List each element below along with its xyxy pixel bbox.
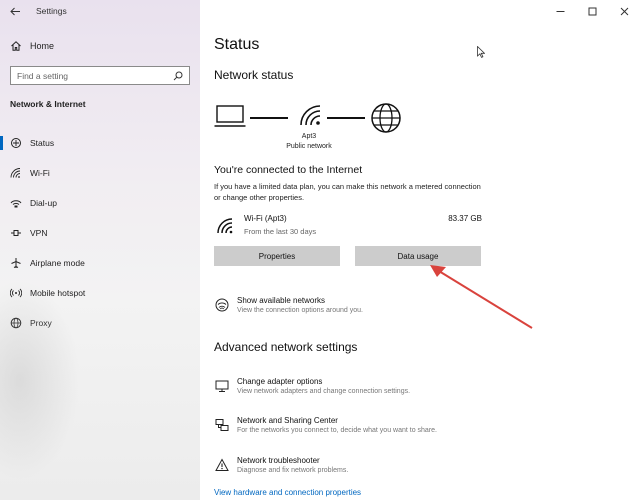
network-diagram: Apt3 Public network <box>214 100 414 160</box>
hardware-properties-link[interactable]: View hardware and connection properties <box>214 488 361 497</box>
sidebar-item-airplane[interactable]: Airplane mode <box>0 248 200 278</box>
sidebar-item-label: Airplane mode <box>30 258 85 268</box>
sharing-center-title: Network and Sharing Center <box>237 416 338 425</box>
sidebar-nav: Status Wi-Fi Dial-up VPN Airplane mode M… <box>0 128 200 338</box>
dialup-icon <box>10 197 22 209</box>
connection-line <box>327 117 365 119</box>
airplane-icon <box>10 257 22 269</box>
status-icon <box>10 137 22 149</box>
search-box[interactable] <box>10 66 190 85</box>
sidebar-item-label: Status <box>30 138 55 148</box>
search-icon[interactable] <box>173 71 183 81</box>
network-type: Public network <box>286 143 332 150</box>
laptop-icon <box>214 105 246 127</box>
troubleshooter-desc: Diagnose and fix network problems. <box>237 467 349 474</box>
connection-name: Wi-Fi (Apt3) <box>244 214 287 223</box>
connected-description: If you have a limited data plan, you can… <box>214 182 481 202</box>
change-adapter-desc: View network adapters and change connect… <box>237 388 411 395</box>
sidebar-item-label: VPN <box>30 228 48 238</box>
home-icon <box>10 40 22 52</box>
back-button[interactable] <box>0 0 30 22</box>
network-troubleshooter-link[interactable]: Network troubleshooter Diagnose and fix … <box>214 456 514 482</box>
connection-line <box>250 117 288 119</box>
change-adapter-title: Change adapter options <box>237 377 323 386</box>
sidebar-item-dialup[interactable]: Dial-up <box>0 188 200 218</box>
network-status-heading: Network status <box>214 68 294 82</box>
proxy-icon <box>10 317 22 329</box>
globe-icon <box>371 103 401 133</box>
show-networks-desc: View the connection options around you. <box>237 307 363 314</box>
show-networks-title: Show available networks <box>237 296 326 305</box>
change-adapter-options-link[interactable]: Change adapter options View network adap… <box>214 377 514 403</box>
hotspot-icon <box>10 287 22 299</box>
home-nav[interactable]: Home <box>10 38 54 54</box>
search-input[interactable] <box>17 70 173 81</box>
sharing-center-icon <box>215 418 229 432</box>
sidebar-item-label: Dial-up <box>30 198 57 208</box>
back-arrow-icon <box>9 7 20 15</box>
sidebar-section-title: Network & Internet <box>10 99 86 109</box>
page-title: Status <box>214 36 260 53</box>
network-name: Apt3 <box>301 133 317 140</box>
sidebar-item-hotspot[interactable]: Mobile hotspot <box>0 278 200 308</box>
adapter-icon <box>215 379 229 393</box>
sidebar-item-label: Mobile hotspot <box>30 288 86 298</box>
connection-row: Wi-Fi (Apt3) From the last 30 days 83.37… <box>214 212 482 240</box>
sidebar-item-wifi[interactable]: Wi-Fi <box>0 158 200 188</box>
troubleshooter-title: Network troubleshooter <box>237 456 320 465</box>
properties-button[interactable]: Properties <box>214 246 340 266</box>
available-networks-icon <box>215 298 229 312</box>
sharing-center-desc: For the networks you connect to, decide … <box>237 427 437 434</box>
warning-icon <box>215 458 229 472</box>
connected-heading: You're connected to the Internet <box>214 164 363 176</box>
sidebar: Settings Home Network & Internet Status … <box>0 0 200 500</box>
sidebar-item-label: Proxy <box>30 318 52 328</box>
advanced-settings-heading: Advanced network settings <box>214 340 358 354</box>
data-usage-amount: 83.37 GB <box>448 214 482 223</box>
sidebar-item-label: Wi-Fi <box>30 168 50 178</box>
mouse-cursor-icon <box>477 46 485 58</box>
sidebar-item-proxy[interactable]: Proxy <box>0 308 200 338</box>
sharing-center-link[interactable]: Network and Sharing Center For the netwo… <box>214 416 514 442</box>
sidebar-item-status[interactable]: Status <box>0 128 200 158</box>
app-title: Settings <box>36 6 67 16</box>
annotation-arrow <box>430 265 533 329</box>
home-label: Home <box>30 41 55 51</box>
connection-period: From the last 30 days <box>244 227 317 236</box>
wifi-icon <box>10 167 22 179</box>
wifi-signal-icon <box>217 218 233 234</box>
sidebar-item-vpn[interactable]: VPN <box>0 218 200 248</box>
vpn-icon <box>10 227 22 239</box>
wifi-signal-icon <box>300 105 321 126</box>
main-panel: Status Network status Apt3 Public networ… <box>214 0 624 500</box>
title-bar: Settings <box>0 0 200 22</box>
